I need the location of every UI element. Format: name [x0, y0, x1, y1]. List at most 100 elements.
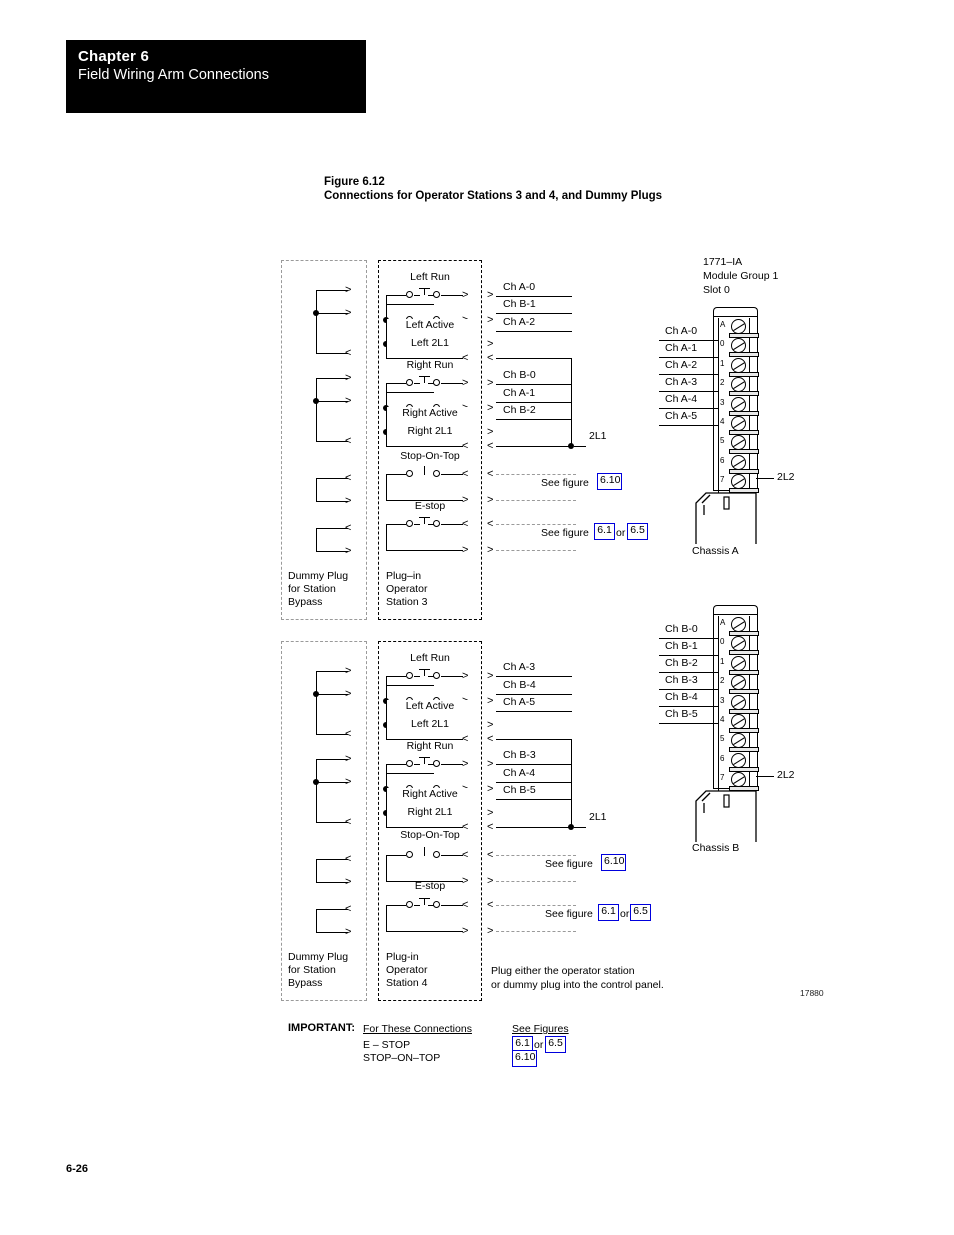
figure-link-6-1[interactable]: 6.1	[594, 523, 615, 540]
jumper-line	[316, 909, 348, 910]
important-figure-link-6-5[interactable]: 6.5	[545, 1036, 566, 1053]
figure-link-6-10[interactable]: 6.10	[597, 473, 622, 490]
channel-rule	[496, 799, 572, 800]
arrow-right-icon: >	[345, 307, 352, 319]
screw-terminal-icon[interactable]	[731, 772, 746, 788]
channel-rule	[496, 313, 572, 314]
important-figure-link-6-10[interactable]: 6.10	[512, 1050, 537, 1067]
screw-terminal-icon[interactable]	[731, 338, 746, 354]
circuit-label-left-run: Left Run	[410, 271, 450, 283]
wiring-diagram: Dummy Plug for Station Bypass > > < > > …	[0, 0, 954, 1235]
module-wire	[659, 723, 719, 724]
terminal-row[interactable]: 3	[719, 396, 759, 416]
figure-link-6-5[interactable]: 6.5	[630, 904, 651, 921]
channel-rule	[496, 419, 572, 420]
terminal-row[interactable]: 5	[719, 434, 759, 455]
terminal-row[interactable]: 6	[719, 454, 759, 474]
circuit-sublabel-right-2l1: Right 2L1	[386, 425, 474, 437]
screw-terminal-icon[interactable]	[731, 415, 746, 431]
drawing-id: 17880	[800, 988, 824, 998]
channel-rule	[496, 711, 572, 712]
arrow-left-icon: <	[487, 440, 494, 452]
contact-actuator	[419, 757, 430, 758]
screw-terminal-icon[interactable]	[731, 617, 746, 632]
jumper-line	[316, 551, 348, 552]
screw-terminal-icon[interactable]	[731, 733, 746, 749]
figure-link-6-5[interactable]: 6.5	[627, 523, 648, 540]
module-wire	[659, 374, 719, 375]
screw-terminal-icon[interactable]	[731, 435, 746, 451]
screw-terminal-icon[interactable]	[731, 655, 746, 671]
terminal-row[interactable]: 4	[719, 713, 759, 733]
screw-terminal-icon[interactable]	[731, 319, 746, 334]
contact-wire	[386, 474, 406, 475]
reference-wire	[496, 905, 576, 906]
important-row-connection: E – STOP	[363, 1039, 411, 1051]
terminal-row[interactable]: 0	[719, 337, 759, 358]
module-wire	[659, 340, 719, 341]
common-wire	[496, 739, 572, 740]
terminal-row[interactable]: 3	[719, 694, 759, 714]
screw-terminal-icon[interactable]	[731, 713, 746, 729]
terminal-row[interactable]: 2	[719, 376, 759, 397]
contact-circle-icon	[406, 851, 413, 858]
arrow-right-icon: >	[487, 875, 494, 887]
terminal-row[interactable]: A	[719, 318, 759, 338]
contact-wire	[414, 383, 420, 384]
channel-label: Ch A-3	[503, 661, 536, 673]
module-heading-a: 1771–IA Module Group 1 Slot 0	[703, 256, 779, 296]
contact-circle-icon	[406, 672, 413, 679]
module-channel-label: Ch B-2	[665, 657, 698, 669]
important-row-connection: STOP–ON–TOP	[363, 1052, 441, 1064]
contact-circle-icon	[433, 470, 440, 477]
terminal-row[interactable]: 5	[719, 732, 759, 753]
arrow-right-icon: >	[487, 670, 494, 682]
contact-wire	[386, 304, 434, 305]
screw-terminal-icon[interactable]	[731, 396, 746, 412]
contact-wire	[386, 524, 387, 550]
jumper-line	[316, 528, 348, 529]
module-channel-label: Ch B-3	[665, 674, 698, 686]
terminal-row[interactable]: A	[719, 616, 759, 636]
jumper-line	[316, 353, 348, 354]
screw-terminal-icon[interactable]	[731, 454, 746, 470]
screw-terminal-icon[interactable]	[731, 636, 746, 652]
screw-terminal-icon[interactable]	[731, 474, 746, 490]
terminal-row[interactable]: 2	[719, 674, 759, 695]
terminal-row[interactable]: 4	[719, 415, 759, 435]
contact-actuator	[424, 288, 425, 295]
terminal-row[interactable]: 0	[719, 635, 759, 656]
jumper-line	[316, 932, 348, 933]
important-column-head-figures: See Figures	[512, 1023, 569, 1035]
module-channel-label: Ch A-1	[665, 342, 698, 354]
contact-wire	[386, 446, 463, 447]
screw-terminal-icon[interactable]	[731, 357, 746, 373]
terminal-row[interactable]: 1	[719, 655, 759, 675]
screw-terminal-icon[interactable]	[731, 752, 746, 768]
terminal-row[interactable]: 1	[719, 357, 759, 377]
screw-terminal-icon[interactable]	[731, 694, 746, 710]
arrow-right-icon: >	[487, 402, 494, 414]
contact-wire	[441, 676, 463, 677]
see-figure-joiner: or	[616, 527, 626, 539]
figure-link-6-1[interactable]: 6.1	[598, 904, 619, 921]
circuit-sublabel-left-active: Left Active	[386, 700, 474, 712]
screw-terminal-icon[interactable]	[731, 377, 746, 393]
module-channel-label: Ch A-2	[665, 359, 698, 371]
contact-wire	[386, 676, 387, 739]
operator-station-label-4: Plug-in Operator Station 4	[386, 951, 428, 989]
module-power-wire	[756, 478, 774, 479]
contact-wire	[386, 524, 406, 525]
arrow-right-icon: >	[345, 395, 352, 407]
module-wire	[659, 672, 719, 673]
channel-rule	[496, 384, 572, 385]
contact-circle-icon	[406, 760, 413, 767]
contact-wire	[386, 383, 406, 384]
contact-wire	[386, 685, 434, 686]
figure-link-6-10[interactable]: 6.10	[601, 854, 626, 871]
terminal-row[interactable]: 6	[719, 752, 759, 772]
arrow-left-icon: <	[345, 472, 352, 484]
screw-terminal-icon[interactable]	[731, 675, 746, 691]
module-cap-b	[713, 605, 758, 614]
module-wire	[659, 655, 719, 656]
